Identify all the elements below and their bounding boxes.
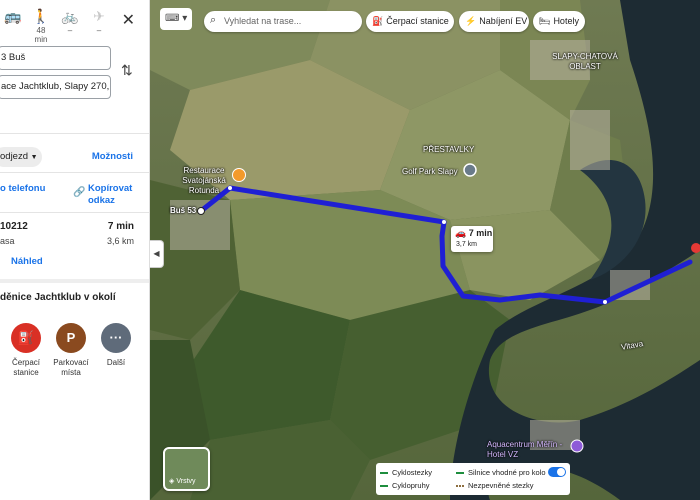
send-to-phone-link[interactable]: o telefonu <box>0 183 45 194</box>
bus-icon: 🚌 <box>4 8 22 24</box>
nearby-parking[interactable]: P Parkovací místa <box>51 323 91 378</box>
hotel-icon: 🛏 <box>539 16 551 26</box>
flight-mode-button[interactable]: ✈ – <box>88 8 110 35</box>
keyboard-icon[interactable]: ⌨ ▾ <box>160 8 192 30</box>
legend-label: Cyklopruhy <box>392 481 430 490</box>
walking-time: 48 min <box>34 26 48 44</box>
layers-label: Vrstvy <box>176 478 196 485</box>
more-icon: ··· <box>101 323 131 353</box>
search-icon: ⌕ <box>210 14 217 26</box>
bike-legend: Cyklostezky Cyklopruhy Silnice vhodné pr… <box>376 463 570 495</box>
divider <box>0 133 149 134</box>
depart-time-dropdown[interactable]: odjezd ▼ <box>0 147 42 167</box>
travel-mode-bar: 🚌 🚶 48 min 🚲 – ✈ – ✕ <box>0 0 149 44</box>
legend-item: Silnice vhodné pro kolo <box>456 468 546 477</box>
depart-label: odjezd <box>0 151 28 162</box>
divider <box>0 212 149 213</box>
legend-label: Cyklostezky <box>392 468 433 477</box>
golf-label[interactable]: Golf Park Slapy <box>402 167 458 176</box>
gas-station-icon: ⛽ <box>372 16 384 26</box>
cycling-mode-button[interactable]: 🚲 – <box>59 8 81 35</box>
search-along-route-input[interactable]: ⌕ Vyhledat na trase... <box>204 11 362 32</box>
category-label: Parkovací místa <box>53 358 89 377</box>
nearby-title: děnice Jachtklub v okolí <box>0 292 116 303</box>
chevron-down-icon: ▼ <box>30 154 38 161</box>
close-icon[interactable]: ✕ <box>122 10 135 30</box>
chip-ev-charging[interactable]: ⚡ Nabíjení EV <box>459 11 529 32</box>
search-placeholder: Vyhledat na trase... <box>224 16 302 26</box>
collapse-panel-button[interactable]: ◀ <box>150 240 164 268</box>
transit-mode-button[interactable]: 🚌 <box>2 8 24 34</box>
chip-hotels[interactable]: 🛏 Hotely <box>533 11 585 32</box>
nearby-more[interactable]: ··· Další <box>96 323 136 368</box>
directions-panel: 🚌 🚶 48 min 🚲 – ✈ – ✕ 3 Buš ace Jachtklub… <box>0 0 150 500</box>
layers-icon: ◈ <box>169 478 175 485</box>
chip-label: Nabíjení EV <box>479 16 528 26</box>
route-name[interactable]: 10212 <box>0 221 28 232</box>
bike-layer-toggle[interactable] <box>548 467 566 477</box>
layers-button[interactable]: ◈ Vrstvy <box>163 447 210 491</box>
link-icon: 🔗 <box>73 187 86 198</box>
route-via: asa <box>0 236 15 246</box>
bus-stop-label[interactable]: Buš 53 <box>170 206 196 215</box>
copy-link-button[interactable]: Kopírovat odkaz <box>88 183 138 207</box>
chip-label: Čerpací stanice <box>386 16 449 26</box>
car-icon: 🚗 <box>455 228 467 238</box>
map-canvas[interactable] <box>150 0 700 500</box>
callout-distance: 3,7 km <box>456 241 478 248</box>
options-link[interactable]: Možnosti <box>92 151 133 162</box>
legend-label: Silnice vhodné pro kolo <box>468 468 546 477</box>
route-time: 7 min <box>107 221 134 232</box>
legend-item: Nezpevněné stezky <box>456 481 533 490</box>
preview-link[interactable]: Náhled <box>11 256 43 267</box>
legend-item: Cyklopruhy <box>380 481 430 490</box>
cycling-time: – <box>67 26 73 35</box>
destination-input[interactable]: ace Jachtklub, Slapy 270, 25 <box>0 75 111 99</box>
callout-time: 7 min <box>468 228 493 238</box>
divider <box>0 279 149 283</box>
legend-item: Cyklostezky <box>380 468 432 477</box>
satellite-imagery <box>150 0 700 500</box>
route-distance: 3,6 km <box>106 236 134 246</box>
parking-icon: P <box>56 323 86 353</box>
aquacentrum-label[interactable]: Aquacentrum Měřín - Hotel VZ <box>487 440 567 460</box>
divider <box>0 172 149 173</box>
chip-gas-stations[interactable]: ⛽ Čerpací stanice <box>366 11 454 32</box>
walking-icon: 🚶 <box>32 8 50 24</box>
flight-time: – <box>96 26 102 35</box>
slapy-oblast-label: SLAPY-CHATOVÁ OBLAST <box>552 52 618 71</box>
chip-label: Hotely <box>553 16 579 26</box>
ev-charging-icon: ⚡ <box>465 16 477 26</box>
bicycle-icon: 🚲 <box>61 8 79 24</box>
route-duration-callout[interactable]: 🚗 7 min 3,7 km <box>451 226 493 252</box>
restaurant-label[interactable]: Restaurace Svatojánská Rotunda <box>172 166 236 196</box>
category-label: Čerpací stanice <box>11 358 40 377</box>
category-label: Další <box>106 358 126 367</box>
nearby-gas-stations[interactable]: ⛽ Čerpací stanice <box>6 323 46 378</box>
prestavlky-label: PŘESTAVLKY <box>423 145 475 154</box>
walking-mode-button[interactable]: 🚶 48 min <box>30 8 52 44</box>
gas-station-icon: ⛽ <box>11 323 41 353</box>
legend-label: Nezpevněné stezky <box>468 481 534 490</box>
swap-directions-icon[interactable]: ⇅ <box>121 62 133 79</box>
origin-input[interactable]: 3 Buš <box>0 46 111 70</box>
airplane-icon: ✈ <box>93 8 105 24</box>
